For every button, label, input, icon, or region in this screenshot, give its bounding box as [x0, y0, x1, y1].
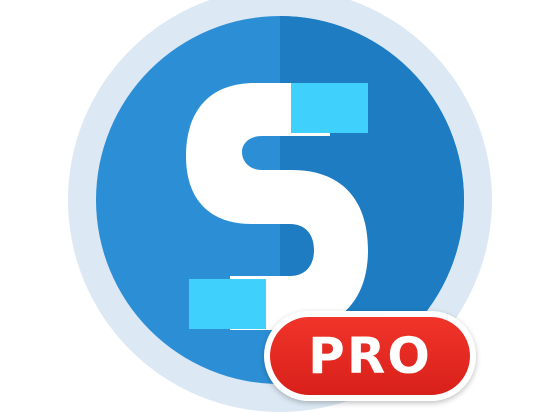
cyan-tile-top	[291, 83, 368, 133]
app-icon: PRO	[0, 0, 560, 420]
pro-badge: PRO	[264, 311, 476, 401]
pro-badge-label: PRO	[308, 327, 432, 385]
cyan-tile-bottom	[189, 279, 266, 329]
